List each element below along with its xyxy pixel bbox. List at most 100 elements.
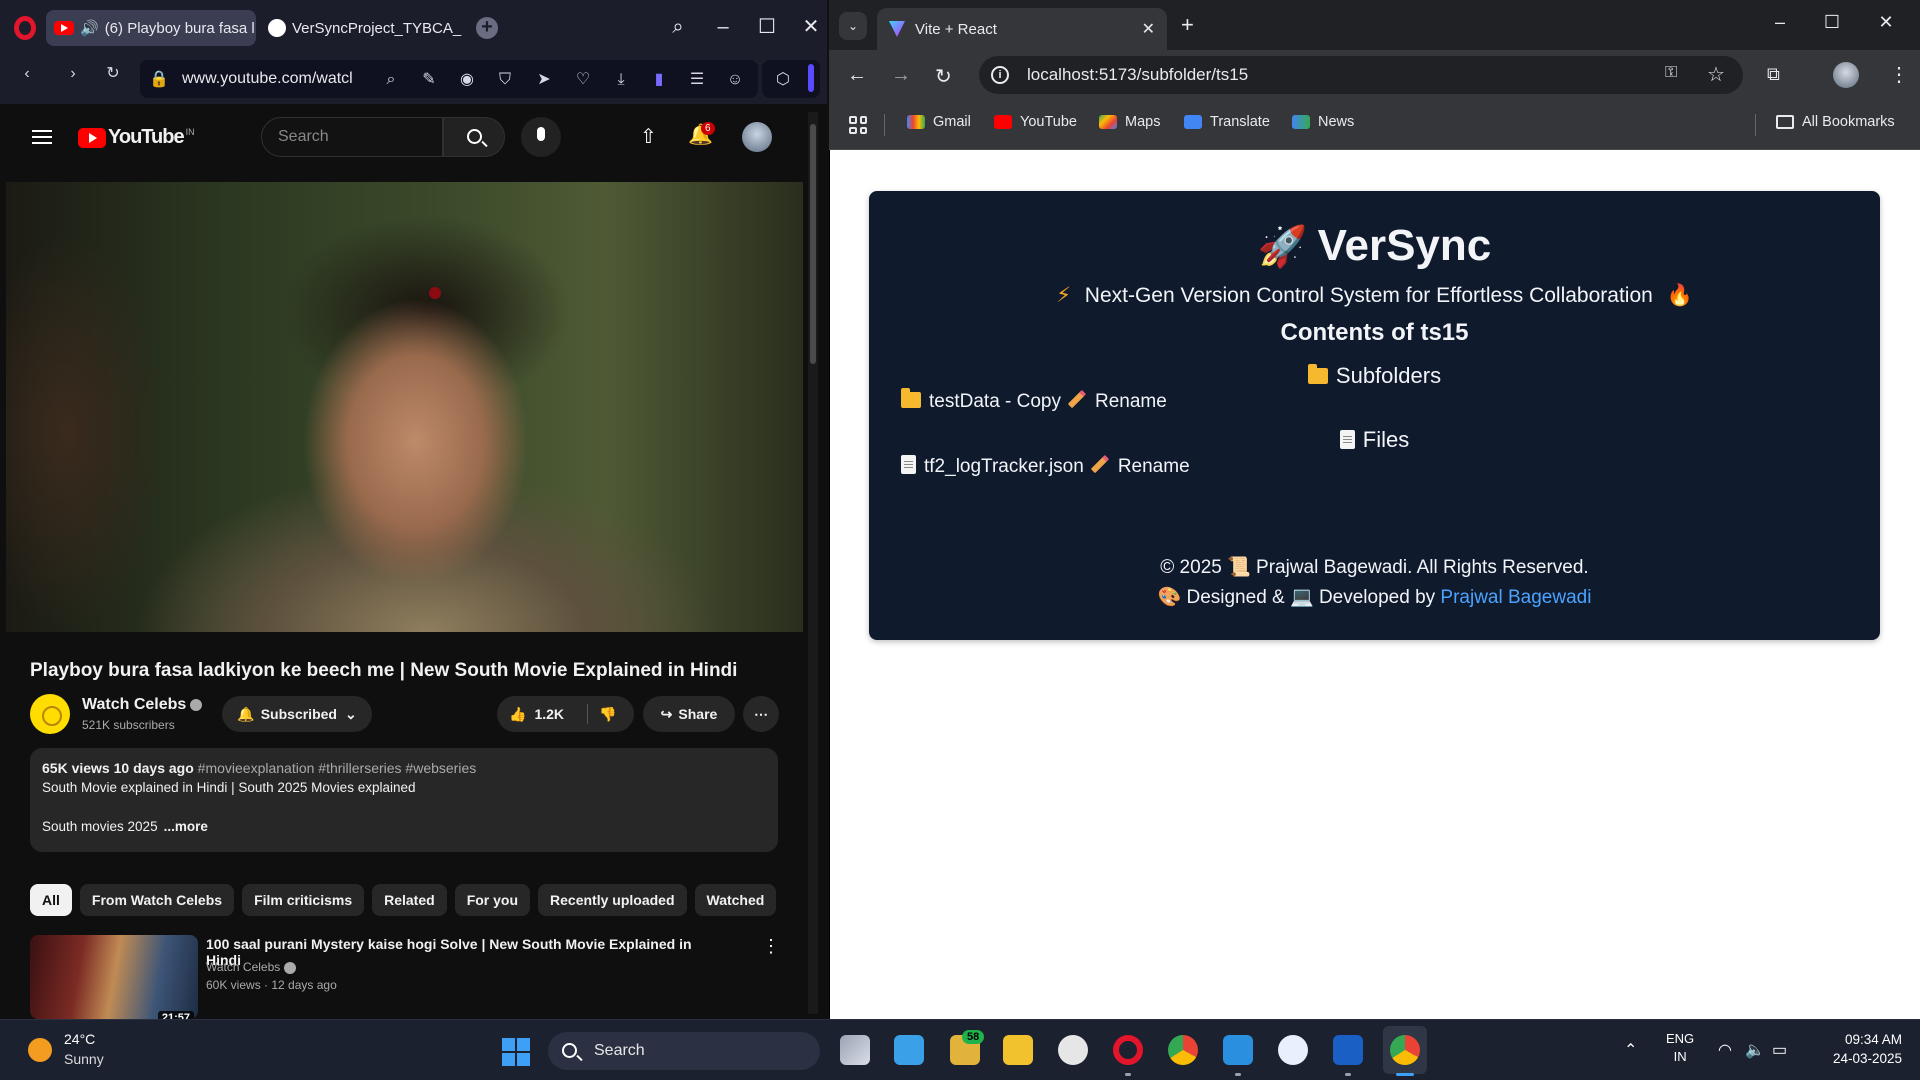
scrollbar[interactable] — [808, 112, 818, 1014]
chip-related[interactable]: Related — [372, 884, 447, 916]
send-icon[interactable]: ➤ — [533, 69, 555, 91]
bookmark-news[interactable]: News — [1292, 114, 1354, 130]
search-button[interactable] — [443, 117, 505, 157]
forward-icon[interactable]: → — [891, 64, 911, 87]
file-name[interactable]: tf2_logTracker.json — [924, 456, 1084, 477]
cube-icon[interactable]: ⬡ — [772, 69, 794, 91]
more-vert-icon[interactable]: ⋮ — [762, 936, 780, 957]
close-tab-icon[interactable]: ✕ — [1142, 19, 1155, 39]
channel-name[interactable]: Watch Celebs — [82, 696, 203, 714]
close-icon[interactable]: ✕ — [1871, 12, 1901, 33]
reload-icon[interactable]: ↻ — [102, 63, 124, 85]
shield-icon[interactable]: ⛉ — [494, 69, 516, 91]
reload-icon[interactable]: ↻ — [935, 64, 952, 89]
notepad-icon[interactable] — [894, 1035, 924, 1065]
edit-icon[interactable]: ✎ — [418, 69, 440, 91]
tab-github[interactable]: VerSyncProject_TYBCA_SE — [260, 10, 462, 46]
language-indicator[interactable]: ENG IN — [1666, 1030, 1694, 1066]
menu-icon[interactable] — [32, 130, 52, 144]
download-icon[interactable]: ⤓ — [610, 69, 632, 91]
chip-watched[interactable]: Watched — [694, 884, 777, 916]
clock[interactable]: 09:34 AM 24-03-2025 — [1812, 1030, 1902, 1068]
wifi-icon[interactable]: ◠ — [1718, 1040, 1732, 1060]
vscode-icon[interactable] — [1223, 1035, 1253, 1065]
tab-youtube[interactable]: 🔊 (6) Playboy bura fasa l — [46, 10, 256, 46]
app-store-icon[interactable] — [1278, 1035, 1308, 1065]
author-link[interactable]: Prajwal Bagewadi — [1440, 587, 1591, 608]
tab-search-icon[interactable]: ⌄ — [839, 12, 867, 40]
all-bookmarks-button[interactable]: All Bookmarks — [1776, 114, 1895, 130]
taskbar-search[interactable]: Search — [548, 1032, 820, 1070]
new-tab-icon[interactable]: + — [476, 17, 498, 39]
clock-app-icon[interactable] — [1058, 1035, 1088, 1065]
omnibox[interactable]: i localhost:5173/subfolder/ts15 ⚿ ☆ — [979, 56, 1743, 94]
battery-icon[interactable]: ▭ — [1772, 1040, 1787, 1060]
extensions-icon[interactable]: ⧉ — [1767, 64, 1780, 85]
opera-logo-icon[interactable] — [14, 16, 36, 40]
apps-grid-icon[interactable] — [849, 116, 867, 134]
back-icon[interactable]: ← — [847, 64, 867, 87]
hashtags[interactable]: #movieexplanation #thrillerseries #webse… — [198, 760, 477, 776]
close-icon[interactable]: ✕ — [796, 12, 826, 42]
like-dislike-group[interactable]: 👍 1.2K 👎 — [497, 696, 634, 732]
more-actions-icon[interactable]: ⋯ — [743, 696, 779, 732]
weather-temp[interactable]: 24°C — [64, 1031, 95, 1047]
maximize-icon[interactable]: ☐ — [1817, 12, 1847, 33]
upload-icon[interactable]: ⇧ — [640, 124, 657, 149]
chrome-profile-icon[interactable] — [1390, 1035, 1420, 1065]
recommendation-thumbnail[interactable]: 21:57 — [30, 935, 198, 1019]
new-tab-icon[interactable]: + — [1181, 12, 1194, 38]
password-key-icon[interactable]: ⚿ — [1665, 64, 1677, 82]
back-icon[interactable]: ‹ — [16, 63, 38, 85]
sun-icon[interactable] — [28, 1038, 52, 1062]
avatar[interactable] — [1833, 62, 1859, 88]
minimize-icon[interactable]: – — [1765, 12, 1795, 33]
search-tabs-icon[interactable]: ⌕ — [663, 12, 693, 42]
tab-vite-react[interactable]: Vite + React ✕ — [877, 8, 1167, 50]
scrollbar-thumb[interactable] — [810, 124, 816, 364]
opera-icon[interactable] — [1113, 1035, 1143, 1065]
minimize-icon[interactable]: – — [708, 12, 738, 42]
site-info-icon[interactable]: i — [991, 66, 1009, 84]
chip-film-criticisms[interactable]: Film criticisms — [242, 884, 365, 916]
chrome-icon[interactable] — [1168, 1035, 1198, 1065]
bookmark-star-icon[interactable]: ☆ — [1707, 62, 1725, 87]
subscribed-button[interactable]: 🔔 Subscribed ⌄ — [222, 696, 372, 732]
easy-setup-icon[interactable]: ☰ — [686, 69, 708, 91]
task-view-icon[interactable] — [840, 1035, 870, 1065]
share-button[interactable]: ↪ Share — [643, 696, 735, 732]
file-explorer-icon[interactable] — [1003, 1035, 1033, 1065]
thumbs-down-icon[interactable]: 👎 — [599, 706, 616, 723]
start-icon[interactable] — [502, 1038, 530, 1066]
bookmark-maps[interactable]: Maps — [1099, 114, 1160, 130]
chip-all[interactable]: All — [30, 884, 72, 916]
avatar[interactable] — [742, 122, 772, 152]
more-vert-icon[interactable]: ⋮ — [1889, 62, 1909, 87]
battery-saver-icon[interactable]: ▮ — [648, 69, 670, 91]
camera-icon[interactable]: ◉ — [456, 69, 478, 91]
subfolder-name[interactable]: testData - Copy — [929, 391, 1061, 412]
speaker-icon[interactable]: 🔊 — [80, 19, 99, 37]
address-bar[interactable]: 🔒 www.youtube.com/watcl ⌕ ✎ ◉ ⛉ ➤ ♡ ⤓ ▮ … — [140, 60, 758, 98]
video-player[interactable] — [6, 182, 803, 644]
description-box[interactable]: 65K views 10 days ago #movieexplanation … — [30, 748, 778, 852]
volume-icon[interactable]: 🔈 — [1745, 1040, 1765, 1060]
forward-icon[interactable]: › — [62, 63, 84, 85]
chip-from-channel[interactable]: From Watch Celebs — [79, 884, 235, 916]
recommendation-channel[interactable]: Watch Celebs — [206, 960, 297, 974]
chevron-up-icon[interactable]: ⌃ — [1624, 1040, 1637, 1060]
rename-button[interactable]: Rename — [1118, 456, 1190, 477]
weather-desc[interactable]: Sunny — [64, 1051, 104, 1067]
thumbs-up-icon[interactable]: 👍 — [509, 706, 526, 723]
profile-icon[interactable]: ☺ — [724, 69, 746, 91]
find-icon[interactable]: ⌕ — [380, 69, 402, 91]
bookmark-translate[interactable]: Translate — [1184, 114, 1270, 130]
channel-avatar[interactable] — [30, 694, 70, 734]
show-more-link[interactable]: ...more — [164, 819, 208, 834]
heart-icon[interactable]: ♡ — [572, 69, 594, 91]
rename-button[interactable]: Rename — [1095, 391, 1167, 412]
search-input[interactable]: Search — [261, 117, 443, 157]
bookmark-gmail[interactable]: Gmail — [907, 114, 971, 130]
maximize-icon[interactable]: ☐ — [752, 12, 782, 42]
youtube-logo[interactable]: YouTube IN — [78, 126, 195, 149]
